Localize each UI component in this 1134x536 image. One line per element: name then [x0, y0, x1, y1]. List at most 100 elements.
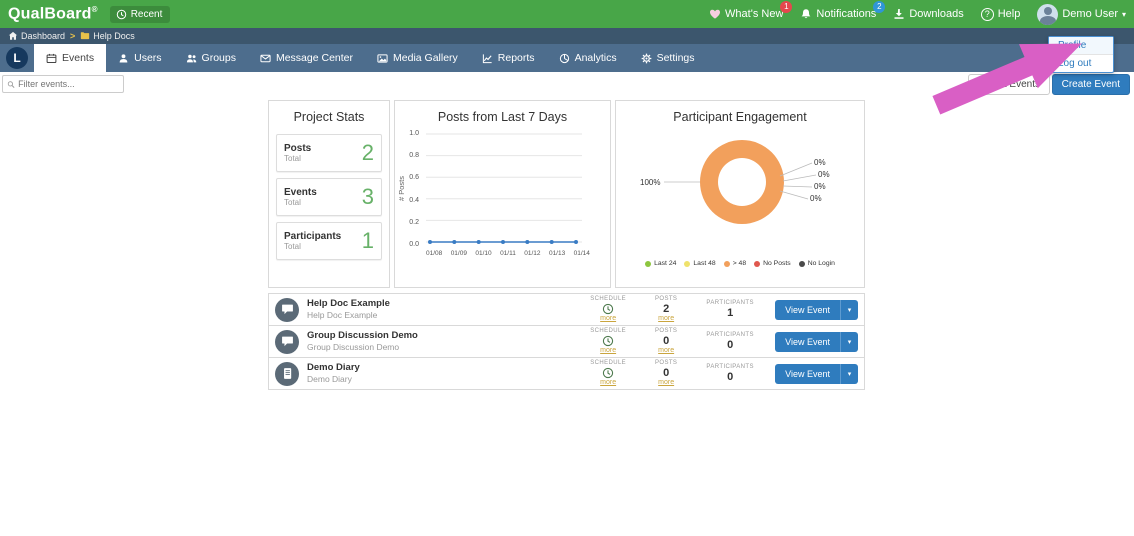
question-mark-icon: ?	[980, 7, 994, 21]
whats-new-button[interactable]: What's New 1	[709, 1, 793, 20]
user-name-label: Demo User	[1062, 8, 1118, 20]
qualboard-logo: QualBoard®	[8, 4, 98, 23]
view-event-caret[interactable]: ▾	[840, 363, 858, 384]
menu-item-profile[interactable]: Profile	[1049, 37, 1113, 55]
notifications-button[interactable]: Notifications 2	[800, 1, 886, 20]
y-axis-label: # Posts	[397, 176, 406, 202]
engagement-title: Participant Engagement	[673, 110, 807, 124]
event-title: Group Discussion Demo	[307, 330, 418, 342]
donut-label-100: 100%	[640, 178, 661, 187]
schedule-more-link[interactable]: more	[600, 379, 616, 387]
breadcrumb-separator: >	[70, 31, 76, 41]
posts-chart-title: Posts from Last 7 Days	[437, 110, 568, 124]
project-stats-panel: Project Stats Posts Total 2 Events Total…	[268, 100, 390, 288]
tab-reports[interactable]: Reports	[470, 44, 547, 72]
help-button[interactable]: ? Help	[980, 7, 1021, 21]
breadcrumb-dashboard[interactable]: Dashboard	[8, 31, 65, 41]
downloads-label: Downloads	[909, 8, 964, 20]
notifications-badge: 2	[873, 1, 886, 13]
image-icon	[377, 53, 388, 64]
view-event-button[interactable]: View Event	[775, 299, 840, 320]
legend-dot-noposts	[754, 260, 761, 267]
posts-column: POSTS 0 more	[654, 327, 678, 355]
downloads-button[interactable]: Downloads	[893, 8, 964, 20]
breadcrumb-project-label: Help Docs	[93, 31, 135, 41]
view-event-button[interactable]: View Event	[775, 363, 840, 384]
notifications-label: Notifications	[816, 8, 877, 20]
schedule-more-link[interactable]: more	[600, 347, 616, 355]
folder-icon	[80, 31, 90, 41]
tab-groups[interactable]: Groups	[174, 44, 248, 72]
clock-icon	[602, 367, 614, 379]
view-event-caret[interactable]: ▾	[840, 299, 858, 320]
project-nav-bar: L Events Users Groups Message Center Med…	[0, 44, 1134, 72]
schedule-more-link[interactable]: more	[600, 315, 616, 323]
tab-users[interactable]: Users	[106, 44, 173, 72]
donut-leader-lines	[664, 162, 817, 200]
chevron-down-icon: ▾	[1121, 9, 1126, 19]
create-event-button[interactable]: Create Event	[1051, 74, 1130, 95]
engagement-donut-chart: 100% 0% 0% 0% 0%	[616, 130, 864, 256]
posts-more-link[interactable]: more	[658, 347, 674, 355]
tab-message-center[interactable]: Message Center	[248, 44, 365, 72]
view-event-split-button: View Event ▾	[775, 363, 858, 384]
tab-media-gallery[interactable]: Media Gallery	[365, 44, 470, 72]
view-event-button[interactable]: View Event	[775, 331, 840, 352]
donut-label-0b: 0%	[818, 170, 830, 179]
whats-new-badge: 1	[780, 1, 793, 13]
gear-icon	[641, 53, 652, 64]
tab-settings[interactable]: Settings	[629, 44, 707, 72]
posts-column: POSTS 0 more	[654, 359, 678, 387]
envelope-icon	[260, 53, 271, 64]
clock-icon	[602, 303, 614, 315]
participants-column: PARTICIPANTS 0	[706, 363, 754, 383]
donut-label-0d: 0%	[810, 194, 822, 203]
tab-analytics[interactable]: Analytics	[547, 44, 629, 72]
event-row-demo-diary: Demo Diary Demo Diary SCHEDULE more POST…	[268, 357, 865, 390]
home-icon	[8, 31, 18, 41]
user-icon	[118, 53, 129, 64]
posts-more-link[interactable]: more	[658, 379, 674, 387]
recent-button[interactable]: Recent	[109, 5, 171, 23]
help-label: Help	[997, 8, 1021, 20]
engagement-legend: Last 24 Last 48 > 48 No Posts No Login	[616, 260, 864, 267]
users-group-icon	[186, 53, 197, 64]
event-subtitle: Help Doc Example	[307, 310, 378, 321]
filter-events-input[interactable]	[18, 79, 119, 89]
event-row-help-doc-example: Help Doc Example Help Doc Example SCHEDU…	[268, 293, 865, 326]
stat-card-participants: Participants Total 1	[276, 222, 382, 260]
download-icon	[893, 8, 905, 20]
stat-card-posts: Posts Total 2	[276, 134, 382, 172]
project-stats-title: Project Stats	[293, 110, 365, 124]
line-chart-plot	[426, 133, 582, 244]
x-axis-ticks: 01/08 01/09 01/10 01/11 01/12 01/13 01/1…	[426, 250, 590, 257]
diary-icon	[275, 361, 299, 386]
view-event-split-button: View Event ▾	[775, 299, 858, 320]
view-event-split-button: View Event ▾	[775, 331, 858, 352]
project-avatar[interactable]: L	[6, 47, 28, 69]
filter-events-search	[2, 75, 124, 93]
view-event-caret[interactable]: ▾	[840, 331, 858, 352]
tab-events[interactable]: Events	[34, 44, 107, 72]
participants-column: PARTICIPANTS 1	[706, 299, 754, 319]
breadcrumb-dashboard-label: Dashboard	[21, 31, 66, 41]
history-clock-icon	[116, 9, 127, 20]
export-events-button[interactable]: Export Events	[967, 74, 1050, 95]
legend-dot-last48	[684, 260, 691, 267]
event-list: Help Doc Example Help Doc Example SCHEDU…	[268, 293, 865, 390]
posts-column: POSTS 2 more	[654, 295, 678, 323]
registered-mark: ®	[91, 4, 98, 14]
user-menu-button[interactable]: Demo User ▾	[1037, 3, 1126, 25]
dashboard-panels: Project Stats Posts Total 2 Events Total…	[268, 100, 865, 288]
donut-label-0c: 0%	[814, 182, 826, 191]
breadcrumb: Dashboard > Help Docs	[0, 28, 1134, 44]
topbar-right-group: What's New 1 Notifications 2 Downloads ?…	[709, 1, 1126, 25]
legend-dot-nologin	[798, 260, 805, 267]
posts-more-link[interactable]: more	[658, 315, 674, 323]
user-dropdown-menu: Profile Log out	[1048, 36, 1114, 73]
event-subtitle: Group Discussion Demo	[307, 342, 400, 353]
menu-item-logout[interactable]: Log out	[1049, 55, 1113, 72]
y-axis-ticks: 1.0 0.8 0.6 0.4 0.2 0.0	[409, 130, 419, 248]
posts-line-chart: # Posts 1.0 0.8 0.6 0.4 0.2 0.0	[395, 130, 610, 248]
breadcrumb-project[interactable]: Help Docs	[80, 31, 135, 41]
